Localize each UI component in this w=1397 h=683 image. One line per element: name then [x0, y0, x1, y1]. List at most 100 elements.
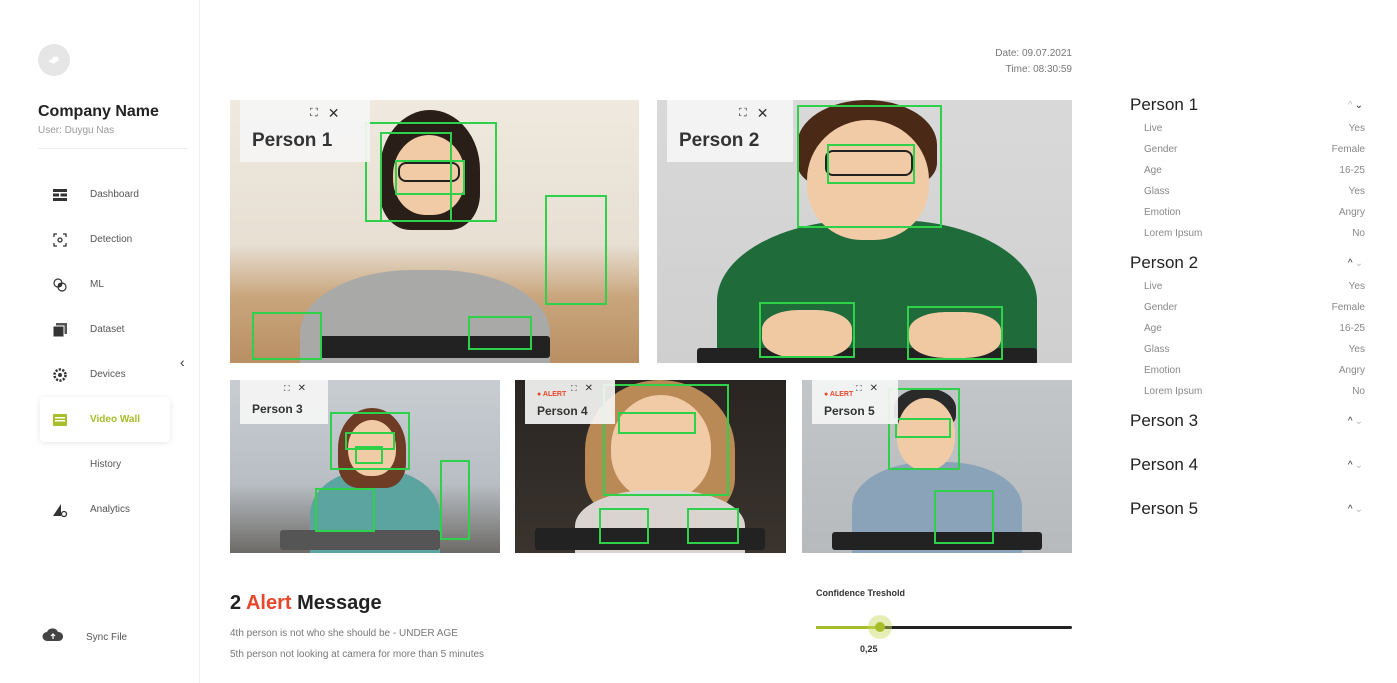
dataset-icon: [52, 322, 68, 338]
alert-count: 2: [230, 592, 242, 614]
attribute-value: Yes: [1348, 186, 1365, 197]
tile-controls: ⛶ ✕: [739, 105, 768, 122]
chevron-icon[interactable]: ^⌄: [1348, 416, 1365, 427]
tile-label: ● ALERT Person 4: [525, 380, 615, 424]
sidebar-item-devices[interactable]: Devices: [40, 352, 170, 397]
analytics-icon: [52, 502, 68, 518]
attribute-value: 16-25: [1339, 323, 1365, 334]
detection-box: [252, 312, 322, 360]
keyboard: [280, 530, 440, 550]
person-title: Person 5: [1130, 499, 1199, 518]
expand-icon[interactable]: ⛶: [571, 384, 577, 394]
tile-person-name: Person 4: [537, 403, 588, 418]
sidebar-item-history[interactable]: History: [40, 442, 170, 487]
tile-person-name: Person 2: [679, 130, 760, 151]
expand-icon[interactable]: ⛶: [284, 384, 290, 394]
person-accordion-header[interactable]: Person 1 ^⌄: [1130, 92, 1365, 118]
sidebar-item-analytics[interactable]: Analytics: [40, 487, 170, 532]
confidence-label: Confidence Treshold: [816, 588, 906, 598]
attribute-value: No: [1352, 386, 1365, 397]
sidebar-item-dashboard[interactable]: Dashboard: [40, 172, 170, 217]
sidebar-item-detection[interactable]: Detection: [40, 217, 170, 262]
chevron-icon[interactable]: ^⌄: [1348, 460, 1365, 471]
time-label: Time: 08:30:59: [1005, 64, 1072, 75]
person-title: Person 4: [1130, 455, 1199, 474]
expand-icon[interactable]: ⛶: [739, 107, 747, 120]
video-tile-person-5[interactable]: ● ALERT Person 5 ⛶ ✕: [802, 380, 1072, 553]
attribute-row: Gender Female: [1130, 297, 1365, 318]
detection-box: [827, 144, 915, 184]
person-accordion-header[interactable]: Person 5 ^⌄: [1130, 496, 1365, 522]
chevron-icon[interactable]: ^⌄: [1348, 258, 1365, 269]
attribute-value: Angry: [1338, 207, 1365, 218]
attribute-key: Glass: [1144, 344, 1170, 355]
video-tile-person-2[interactable]: Person 2 ⛶ ✕: [657, 100, 1072, 363]
ml-icon: [52, 277, 68, 293]
attribute-row: Lorem Ipsum No: [1130, 381, 1365, 402]
person-group: Person 1 ^⌄ Live Yes Gender Female Age 16-25 Gla…: [1130, 92, 1365, 244]
company-logo: [38, 44, 70, 76]
detection-box: [907, 306, 1003, 360]
expand-icon[interactable]: ⛶: [310, 107, 318, 120]
detection-box: [440, 460, 470, 540]
detection-box: [395, 160, 465, 195]
sidebar-item-label: Dashboard: [90, 189, 139, 200]
video-wall-icon: [52, 412, 68, 428]
date-label: Date: 09.07.2021: [995, 48, 1072, 59]
close-icon[interactable]: ✕: [757, 105, 769, 122]
sidebar-nav: Dashboard Detection ML Dataset Devices V…: [40, 172, 170, 532]
tile-controls: ⛶ ✕: [284, 383, 306, 394]
datetime: Date: 09.07.2021 Time: 08:30:59: [955, 46, 1072, 78]
attribute-value: Yes: [1348, 123, 1365, 134]
video-tile-person-3[interactable]: Person 3 ⛶ ✕: [230, 380, 500, 553]
attribute-value: Female: [1331, 144, 1365, 155]
sidebar-item-label: Devices: [90, 369, 126, 380]
alert-highlight: Alert: [245, 592, 292, 614]
sidebar-item-label: History: [90, 459, 122, 470]
tile-controls: ⛶ ✕: [571, 383, 593, 394]
sync-file-label: Sync File: [86, 632, 128, 643]
detection-icon: [52, 232, 68, 248]
person-accordion-header[interactable]: Person 4 ^⌄: [1130, 452, 1365, 478]
attribute-value: Yes: [1348, 344, 1365, 355]
video-tile-person-1[interactable]: Person 1 ⛶ ✕: [230, 100, 639, 363]
person-accordion-header[interactable]: Person 2 ^⌄: [1130, 250, 1365, 276]
tile-label: Person 2: [667, 100, 793, 162]
confidence-slider[interactable]: [816, 615, 1072, 639]
sidebar-item-label: Detection: [90, 234, 133, 245]
alert-badge: ● ALERT: [537, 390, 567, 398]
expand-icon[interactable]: ⛶: [856, 384, 862, 394]
close-icon[interactable]: ✕: [870, 383, 878, 394]
dashboard-icon: [52, 187, 68, 203]
attribute-key: Age: [1144, 323, 1162, 334]
sidebar: Company Name User: Duygu Nas Dashboard D…: [0, 0, 200, 683]
logo-icon: [48, 56, 60, 64]
person-accordion-header[interactable]: Person 3 ^⌄: [1130, 408, 1365, 434]
person-group: Person 4 ^⌄: [1130, 452, 1365, 478]
detection-box: [687, 508, 739, 544]
confidence-value: 0,25: [860, 644, 878, 654]
sidebar-collapse-button[interactable]: ‹: [180, 354, 185, 370]
sidebar-item-ml[interactable]: ML: [40, 262, 170, 307]
attribute-key: Gender: [1144, 144, 1178, 155]
detection-box: [934, 490, 994, 544]
chevron-icon[interactable]: ^⌄: [1348, 504, 1365, 515]
detection-box: [468, 316, 532, 350]
person-group: Person 5 ^⌄: [1130, 496, 1365, 522]
sync-file-button[interactable]: Sync File: [42, 628, 127, 647]
person-title: Person 1: [1130, 95, 1199, 114]
chevron-icon[interactable]: ^⌄: [1348, 100, 1365, 111]
sidebar-item-video-wall[interactable]: Video Wall: [40, 397, 170, 442]
close-icon[interactable]: ✕: [328, 105, 340, 122]
alert-line: 4th person is not who she should be - UN…: [230, 628, 458, 639]
detection-box: [355, 446, 383, 464]
tile-controls: ⛶ ✕: [310, 105, 339, 122]
close-icon[interactable]: ✕: [585, 383, 593, 394]
attribute-key: Lorem Ipsum: [1144, 386, 1203, 397]
slider-thumb[interactable]: [868, 615, 892, 639]
video-tile-person-4[interactable]: ● ALERT Person 4 ⛶ ✕: [515, 380, 786, 553]
sidebar-item-dataset[interactable]: Dataset: [40, 307, 170, 352]
attribute-value: No: [1352, 228, 1365, 239]
attribute-row: Age 16-25: [1130, 160, 1365, 181]
close-icon[interactable]: ✕: [298, 383, 306, 394]
